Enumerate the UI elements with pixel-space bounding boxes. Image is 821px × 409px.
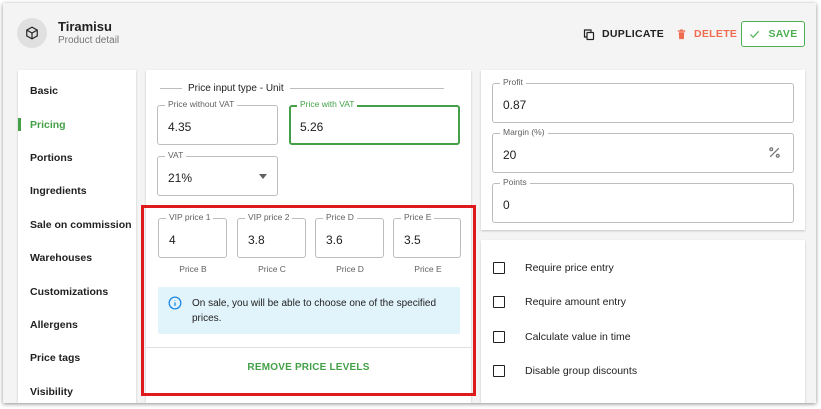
options-card: Require price entry Require amount entry… <box>481 240 805 403</box>
profit-field[interactable]: Profit 0.87 <box>492 77 794 123</box>
margin-value: 20 <box>503 148 517 162</box>
sidebar-item-portions[interactable]: Portions <box>18 148 136 168</box>
copy-icon <box>583 28 595 40</box>
price-level-field[interactable]: Price D 3.6 <box>315 212 384 258</box>
box-icon <box>26 26 38 40</box>
sidebar-nav: Basic Pricing Portions Ingredients Sale … <box>18 70 136 403</box>
delete-button[interactable]: DELETE <box>676 21 737 47</box>
duplicate-button[interactable]: DUPLICATE <box>583 21 664 47</box>
option-label: Disable group discounts <box>525 365 638 377</box>
price-level-value: 4 <box>169 233 176 247</box>
price-level-value: 3.5 <box>404 233 421 247</box>
price-level-field[interactable]: VIP price 1 4 <box>158 212 227 258</box>
price-level-caption: Price B <box>179 264 207 274</box>
app-window: Tiramisu Product detail DUPLICATE DELETE… <box>3 3 816 403</box>
pricing-card: Price input type - Unit Price without VA… <box>146 70 471 403</box>
info-text: On sale, you will be able to choose one … <box>192 298 437 324</box>
delete-label: DELETE <box>694 28 738 40</box>
price-level-label: Price E <box>401 212 435 222</box>
checkbox[interactable] <box>493 262 505 274</box>
margin-field[interactable]: Margin (%) 20 <box>492 127 794 173</box>
sidebar-item-price-tags[interactable]: Price tags <box>18 348 136 368</box>
sidebar-item-pricing[interactable]: Pricing <box>18 115 136 135</box>
sidebar-item-visibility[interactable]: Visibility <box>18 382 136 402</box>
checkbox[interactable] <box>493 365 505 377</box>
checkbox[interactable] <box>493 296 505 308</box>
info-icon <box>168 296 182 310</box>
page-title: Tiramisu <box>58 19 112 34</box>
price-level-label: Price D <box>323 212 357 222</box>
points-value: 0 <box>503 198 510 212</box>
trash-icon <box>677 28 686 39</box>
price-with-vat-field[interactable]: Price with VAT 5.26 <box>289 99 460 145</box>
sidebar-item-allergens[interactable]: Allergens <box>18 315 136 335</box>
price-with-vat-label: Price with VAT <box>297 99 358 109</box>
checkbox[interactable] <box>493 331 505 343</box>
option-label: Calculate value in time <box>525 331 631 343</box>
price-level-label: VIP price 1 <box>166 212 214 222</box>
remove-price-levels-button[interactable]: REMOVE PRICE LEVELS <box>146 362 471 373</box>
profit-value: 0.87 <box>503 98 527 112</box>
vat-select[interactable]: VAT 21% <box>157 150 278 196</box>
vat-label: VAT <box>165 150 187 160</box>
sidebar-item-customizations[interactable]: Customizations <box>18 282 136 302</box>
sidebar-item-basic[interactable]: Basic <box>18 81 136 101</box>
price-without-vat-field[interactable]: Price without VAT 4.35 <box>157 99 278 145</box>
dropdown-arrow-icon <box>259 174 267 179</box>
price-level-label: VIP price 2 <box>245 212 293 222</box>
page-subtitle: Product detail <box>58 35 120 46</box>
price-level-caption: Price D <box>336 264 364 274</box>
calculate-value-in-time-option[interactable]: Calculate value in time <box>493 329 631 345</box>
option-label: Require amount entry <box>525 296 626 308</box>
sidebar-item-warehouses[interactable]: Warehouses <box>18 248 136 268</box>
price-level-caption: Price C <box>258 264 286 274</box>
product-avatar <box>17 18 47 48</box>
price-without-vat-value: 4.35 <box>168 120 192 134</box>
vat-value: 21% <box>168 171 193 185</box>
save-button[interactable]: SAVE <box>741 21 805 47</box>
price-without-vat-label: Price without VAT <box>165 99 238 109</box>
option-label: Require price entry <box>525 262 614 274</box>
require-amount-entry-option[interactable]: Require amount entry <box>493 294 626 310</box>
duplicate-label: DUPLICATE <box>602 28 665 40</box>
points-field[interactable]: Points 0 <box>492 177 794 223</box>
margin-label: Margin (%) <box>500 127 548 137</box>
save-label: SAVE <box>768 28 798 40</box>
sidebar-item-sale-on-commission[interactable]: Sale on commission <box>18 215 136 235</box>
divider <box>146 347 471 348</box>
page-header: Tiramisu Product detail DUPLICATE DELETE… <box>3 3 816 61</box>
price-level-value: 3.6 <box>326 233 343 247</box>
section-title: Price input type - Unit <box>160 83 444 94</box>
price-level-caption: Price E <box>414 264 442 274</box>
check-icon <box>750 30 760 38</box>
profit-label: Profit <box>500 77 526 87</box>
price-level-field[interactable]: VIP price 2 3.8 <box>237 212 306 258</box>
price-level-field[interactable]: Price E 3.5 <box>393 212 461 258</box>
price-with-vat-value: 5.26 <box>300 120 324 134</box>
price-level-value: 3.8 <box>248 233 265 247</box>
percent-icon <box>769 147 780 158</box>
disable-group-discounts-option[interactable]: Disable group discounts <box>493 363 637 379</box>
info-banner: On sale, you will be able to choose one … <box>158 287 460 334</box>
stats-card: Profit 0.87 Margin (%) 20 Points 0 <box>481 70 805 230</box>
require-price-entry-option[interactable]: Require price entry <box>493 260 614 276</box>
sidebar-item-ingredients[interactable]: Ingredients <box>18 181 136 201</box>
points-label: Points <box>500 177 530 187</box>
